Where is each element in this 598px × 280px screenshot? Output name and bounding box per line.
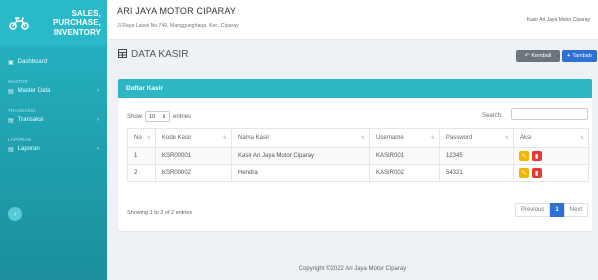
sidebar-item-label: Laporan	[17, 146, 40, 152]
column-header-nama[interactable]: Nama Kasir ⇅	[231, 128, 370, 148]
entries-label: entries	[173, 113, 192, 120]
table-icon	[118, 49, 127, 60]
show-label: Show	[127, 113, 143, 120]
dashboard-icon: ▣	[8, 59, 14, 66]
chevron-left-icon: ‹	[13, 210, 17, 218]
brand-title: SALES, PURCHASE, INVENTORY	[36, 9, 101, 38]
sort-icon: ⇅	[146, 135, 151, 141]
back-button-label: Kembali	[531, 53, 552, 59]
delete-button[interactable]: ▮	[531, 151, 542, 161]
pencil-icon: ✎	[521, 153, 527, 160]
add-button[interactable]: + Tambah	[562, 50, 597, 62]
reply-icon: ↶	[524, 53, 530, 59]
cell-password: 54321	[439, 164, 514, 182]
cell-aksi: ✎ ▮	[513, 164, 589, 182]
database-icon: ▤	[8, 88, 14, 95]
sidebar-toggle-button[interactable]: ‹	[8, 207, 22, 221]
brand[interactable]: SALES, PURCHASE, INVENTORY	[0, 0, 107, 46]
trash-icon: ▮	[535, 153, 539, 160]
chevron-updown-icon: ⇕	[161, 113, 167, 120]
sidebar-item-transaksi[interactable]: ▤ Transaksi ›	[0, 113, 107, 127]
table-row: 1 KSR00001 Kasir Ari Jaya Motor Ciparay …	[127, 147, 589, 165]
pagination-previous[interactable]: Previous	[514, 203, 551, 217]
back-button[interactable]: ↶ Kembali	[516, 50, 560, 62]
sidebar-item-dashboard[interactable]: ▣ Dashboard	[0, 55, 107, 69]
sidebar-item-label: Dashboard	[17, 59, 48, 65]
sort-icon: ⇅	[360, 135, 365, 141]
report-icon: ▤	[8, 146, 14, 153]
kasir-card: Daftar Kasir Show 10 ⇕ entries Search: N…	[118, 79, 592, 231]
sort-icon: ⇅	[579, 135, 584, 141]
sort-icon: ⇅	[222, 135, 227, 141]
cell-kode: KSR00001	[155, 147, 232, 165]
card-title: Daftar Kasir	[118, 79, 592, 98]
chevron-right-icon: ›	[97, 117, 99, 123]
cell-username: KASIR001	[369, 147, 440, 165]
edit-button[interactable]: ✎	[519, 151, 529, 161]
column-header-kode[interactable]: Kode Kasir ⇅	[155, 128, 232, 148]
plus-icon: +	[567, 53, 571, 59]
chevron-right-icon: ›	[97, 146, 99, 152]
pagination: Previous 1 Next	[514, 203, 588, 217]
store-name: ARI JAYA MOTOR CIPARAY	[117, 6, 237, 16]
sidebar-heading-master: MASTER	[8, 79, 28, 84]
sidebar-item-label: Master Data	[17, 88, 51, 94]
cell-no: 1	[127, 147, 156, 165]
pencil-icon: ✎	[521, 170, 527, 177]
sidebar-item-laporan[interactable]: ▤ Laporan ›	[0, 142, 107, 156]
cell-password: 12345	[439, 147, 514, 165]
delete-button[interactable]: ▮	[531, 168, 542, 178]
trash-icon: ▮	[535, 170, 539, 177]
column-header-aksi[interactable]: Aksi ⇅	[513, 128, 589, 148]
footer-copyright: Copyright ©2022 Ari Jaya Motor Ciparay	[298, 266, 407, 272]
table-header-row: No ⇅ Kode Kasir ⇅ Nama Kasir ⇅ Username ⇅ Pa…	[127, 128, 589, 148]
pagination-page-1[interactable]: 1	[550, 203, 564, 217]
topbar: ARI JAYA MOTOR CIPARAY Jl.Raya Laswi No.…	[107, 0, 598, 40]
entries-select-value: 10	[149, 113, 156, 120]
file-icon: ▤	[8, 117, 14, 124]
chevron-right-icon: ›	[97, 88, 99, 94]
store-address: Jl.Raya Laswi No.749, Manggungharja, Kec…	[117, 23, 239, 29]
edit-button[interactable]: ✎	[519, 168, 529, 178]
sidebar-heading-transaksi: TRANSAKSI	[8, 108, 36, 113]
search-label: Search:	[482, 113, 503, 119]
entries-length: Show 10 ⇕ entries	[127, 111, 191, 122]
sidebar-item-master-data[interactable]: ▤ Master Data ›	[0, 84, 107, 98]
cell-nama: Kasir Ari Jaya Motor Ciparay	[231, 147, 370, 165]
motorcycle-icon	[8, 14, 30, 32]
page-title: DATA KASIR	[118, 49, 188, 60]
entries-select[interactable]: 10 ⇕	[145, 111, 171, 122]
user-menu[interactable]: Kasir Ari Jaya Motor Ciparay	[527, 17, 590, 23]
cell-username: KASIR002	[369, 164, 440, 182]
table-info: Showing 1 to 2 of 2 entries	[127, 210, 193, 216]
cell-kode: KSR00002	[155, 164, 232, 182]
brand-line-3: INVENTORY	[53, 27, 101, 37]
cell-aksi: ✎ ▮	[513, 147, 589, 165]
kasir-table: No ⇅ Kode Kasir ⇅ Nama Kasir ⇅ Username ⇅ Pa…	[127, 128, 589, 182]
brand-line-2: PURCHASE,	[52, 18, 101, 28]
sort-icon: ⇅	[430, 135, 435, 141]
brand-line-1: SALES,	[71, 8, 101, 18]
sidebar-item-label: Transaksi	[17, 117, 44, 123]
column-header-username[interactable]: Username ⇅	[369, 128, 440, 148]
add-button-label: Tambah	[572, 53, 592, 59]
cell-nama: Hendra	[231, 164, 370, 182]
pagination-next[interactable]: Next	[563, 203, 588, 217]
sidebar: SALES, PURCHASE, INVENTORY ▣ Dashboard M…	[0, 0, 107, 280]
table-row: 2 KSR00002 Hendra KASIR002 54321 ✎ ▮	[127, 164, 589, 182]
sidebar-heading-laporan: LAPORAN	[8, 137, 31, 142]
page-title-text: DATA KASIR	[131, 49, 189, 60]
cell-no: 2	[127, 164, 156, 182]
column-header-password[interactable]: Password ⇅	[439, 128, 514, 148]
sort-icon: ⇅	[504, 135, 509, 141]
search-input[interactable]	[511, 108, 588, 120]
column-header-no[interactable]: No ⇅	[127, 128, 156, 148]
